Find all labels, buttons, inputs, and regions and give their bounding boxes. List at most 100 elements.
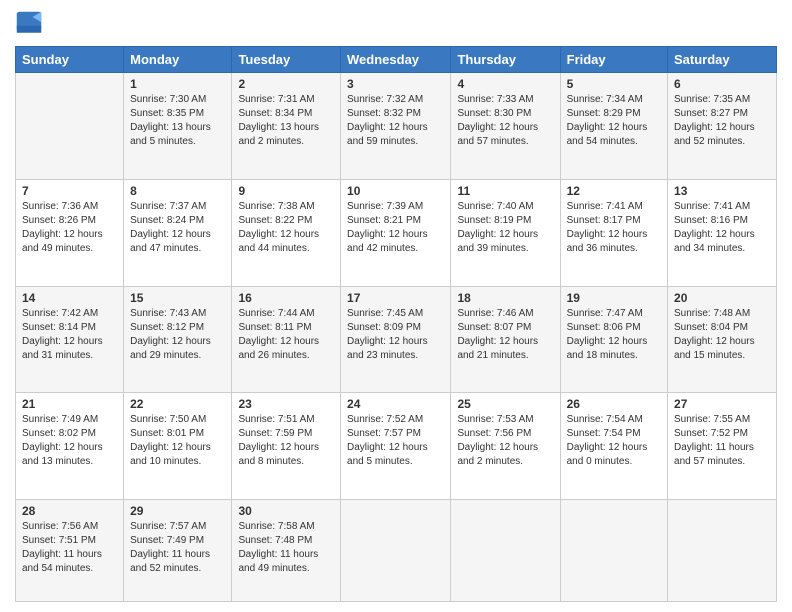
day-number: 23 bbox=[238, 397, 334, 411]
day-number: 9 bbox=[238, 184, 334, 198]
day-info: Sunrise: 7:41 AM Sunset: 8:16 PM Dayligh… bbox=[674, 200, 770, 256]
calendar-cell: 12Sunrise: 7:41 AM Sunset: 8:17 PM Dayli… bbox=[560, 179, 667, 286]
calendar-cell: 9 Sunrise: 7:38 AM Sunset: 8:22 PM Daylig… bbox=[232, 179, 341, 286]
day-info: Sunrise: 7:54 AM Sunset: 7:54 PM Dayligh… bbox=[567, 413, 661, 469]
day-info: Sunrise: 7:50 AM Sunset: 8:01 PM Dayligh… bbox=[130, 413, 225, 469]
calendar-cell: 23 Sunrise: 7:51 AM Sunset: 7:59 PM Dayli… bbox=[232, 393, 341, 500]
calendar-cell: 13 Sunrise: 7:41 AM Sunset: 8:16 PM Dayli… bbox=[668, 179, 777, 286]
day-info: Sunrise: 7:43 AM Sunset: 8:12 PM Dayligh… bbox=[130, 307, 225, 363]
day-number: 11 bbox=[457, 184, 553, 198]
calendar-cell bbox=[16, 73, 124, 180]
day-info: Sunrise: 7:40 AM Sunset: 8:19 PM Dayligh… bbox=[457, 200, 553, 256]
calendar-cell: 4Sunrise: 7:33 AM Sunset: 8:30 PM Daylig… bbox=[451, 73, 560, 180]
day-info: Sunrise: 7:32 AM Sunset: 8:32 PM Dayligh… bbox=[347, 93, 444, 149]
day-number: 24 bbox=[347, 397, 444, 411]
logo bbox=[15, 10, 45, 38]
calendar-cell: 8 Sunrise: 7:37 AM Sunset: 8:24 PM Daylig… bbox=[124, 179, 232, 286]
day-number: 30 bbox=[238, 504, 334, 518]
day-info: Sunrise: 7:36 AM Sunset: 8:26 PM Dayligh… bbox=[22, 200, 117, 256]
day-number: 14 bbox=[22, 291, 117, 305]
calendar-week-row: 7 Sunrise: 7:36 AM Sunset: 8:26 PM Daylig… bbox=[16, 179, 777, 286]
day-number: 6 bbox=[674, 77, 770, 91]
day-number: 18 bbox=[457, 291, 553, 305]
logo-icon bbox=[15, 10, 43, 38]
day-info: Sunrise: 7:30 AM Sunset: 8:35 PM Dayligh… bbox=[130, 93, 225, 149]
weekday-header-sunday: Sunday bbox=[16, 47, 124, 73]
calendar-cell: 5Sunrise: 7:34 AM Sunset: 8:29 PM Daylig… bbox=[560, 73, 667, 180]
calendar-cell bbox=[560, 500, 667, 602]
calendar-cell: 30 Sunrise: 7:58 AM Sunset: 7:48 PM Dayli… bbox=[232, 500, 341, 602]
day-info: Sunrise: 7:58 AM Sunset: 7:48 PM Dayligh… bbox=[238, 520, 334, 576]
calendar-cell: 28Sunrise: 7:56 AM Sunset: 7:51 PM Dayli… bbox=[16, 500, 124, 602]
day-info: Sunrise: 7:46 AM Sunset: 8:07 PM Dayligh… bbox=[457, 307, 553, 363]
calendar-cell: 21Sunrise: 7:49 AM Sunset: 8:02 PM Dayli… bbox=[16, 393, 124, 500]
day-info: Sunrise: 7:33 AM Sunset: 8:30 PM Dayligh… bbox=[457, 93, 553, 149]
day-info: Sunrise: 7:41 AM Sunset: 8:17 PM Dayligh… bbox=[567, 200, 661, 256]
day-number: 13 bbox=[674, 184, 770, 198]
calendar-cell: 26 Sunrise: 7:54 AM Sunset: 7:54 PM Dayli… bbox=[560, 393, 667, 500]
day-info: Sunrise: 7:37 AM Sunset: 8:24 PM Dayligh… bbox=[130, 200, 225, 256]
day-number: 27 bbox=[674, 397, 770, 411]
calendar-cell bbox=[341, 500, 451, 602]
calendar-cell: 24 Sunrise: 7:52 AM Sunset: 7:57 PM Dayli… bbox=[341, 393, 451, 500]
day-info: Sunrise: 7:48 AM Sunset: 8:04 PM Dayligh… bbox=[674, 307, 770, 363]
calendar-cell: 16 Sunrise: 7:44 AM Sunset: 8:11 PM Dayli… bbox=[232, 286, 341, 393]
calendar-cell: 2 Sunrise: 7:31 AM Sunset: 8:34 PM Daylig… bbox=[232, 73, 341, 180]
header bbox=[15, 10, 777, 38]
calendar-cell: 3 Sunrise: 7:32 AM Sunset: 8:32 PM Daylig… bbox=[341, 73, 451, 180]
day-number: 7 bbox=[22, 184, 117, 198]
calendar-cell: 22 Sunrise: 7:50 AM Sunset: 8:01 PM Dayli… bbox=[124, 393, 232, 500]
weekday-header-saturday: Saturday bbox=[668, 47, 777, 73]
calendar-cell: 6 Sunrise: 7:35 AM Sunset: 8:27 PM Daylig… bbox=[668, 73, 777, 180]
calendar-cell: 14 Sunrise: 7:42 AM Sunset: 8:14 PM Dayli… bbox=[16, 286, 124, 393]
day-info: Sunrise: 7:45 AM Sunset: 8:09 PM Dayligh… bbox=[347, 307, 444, 363]
day-info: Sunrise: 7:55 AM Sunset: 7:52 PM Dayligh… bbox=[674, 413, 770, 469]
day-info: Sunrise: 7:47 AM Sunset: 8:06 PM Dayligh… bbox=[567, 307, 661, 363]
calendar-cell: 27 Sunrise: 7:55 AM Sunset: 7:52 PM Dayli… bbox=[668, 393, 777, 500]
calendar-cell: 29Sunrise: 7:57 AM Sunset: 7:49 PM Dayli… bbox=[124, 500, 232, 602]
weekday-header-thursday: Thursday bbox=[451, 47, 560, 73]
day-info: Sunrise: 7:42 AM Sunset: 8:14 PM Dayligh… bbox=[22, 307, 117, 363]
day-number: 29 bbox=[130, 504, 225, 518]
weekday-header-monday: Monday bbox=[124, 47, 232, 73]
calendar-cell: 11 Sunrise: 7:40 AM Sunset: 8:19 PM Dayli… bbox=[451, 179, 560, 286]
day-info: Sunrise: 7:38 AM Sunset: 8:22 PM Dayligh… bbox=[238, 200, 334, 256]
day-number: 21 bbox=[22, 397, 117, 411]
day-number: 1 bbox=[130, 77, 225, 91]
day-number: 25 bbox=[457, 397, 553, 411]
day-number: 3 bbox=[347, 77, 444, 91]
calendar-cell: 25 Sunrise: 7:53 AM Sunset: 7:56 PM Dayli… bbox=[451, 393, 560, 500]
calendar-week-row: 14 Sunrise: 7:42 AM Sunset: 8:14 PM Dayli… bbox=[16, 286, 777, 393]
weekday-header-friday: Friday bbox=[560, 47, 667, 73]
day-info: Sunrise: 7:39 AM Sunset: 8:21 PM Dayligh… bbox=[347, 200, 444, 256]
day-info: Sunrise: 7:35 AM Sunset: 8:27 PM Dayligh… bbox=[674, 93, 770, 149]
day-number: 2 bbox=[238, 77, 334, 91]
calendar-cell: 20 Sunrise: 7:48 AM Sunset: 8:04 PM Dayli… bbox=[668, 286, 777, 393]
day-number: 20 bbox=[674, 291, 770, 305]
weekday-header-tuesday: Tuesday bbox=[232, 47, 341, 73]
calendar-cell: 19 Sunrise: 7:47 AM Sunset: 8:06 PM Dayli… bbox=[560, 286, 667, 393]
calendar-cell: 15Sunrise: 7:43 AM Sunset: 8:12 PM Dayli… bbox=[124, 286, 232, 393]
weekday-header-row: SundayMondayTuesdayWednesdayThursdayFrid… bbox=[16, 47, 777, 73]
calendar-table: SundayMondayTuesdayWednesdayThursdayFrid… bbox=[15, 46, 777, 602]
day-info: Sunrise: 7:31 AM Sunset: 8:34 PM Dayligh… bbox=[238, 93, 334, 149]
weekday-header-wednesday: Wednesday bbox=[341, 47, 451, 73]
day-info: Sunrise: 7:56 AM Sunset: 7:51 PM Dayligh… bbox=[22, 520, 117, 576]
calendar-cell: 17Sunrise: 7:45 AM Sunset: 8:09 PM Dayli… bbox=[341, 286, 451, 393]
day-info: Sunrise: 7:51 AM Sunset: 7:59 PM Dayligh… bbox=[238, 413, 334, 469]
day-number: 19 bbox=[567, 291, 661, 305]
day-number: 8 bbox=[130, 184, 225, 198]
calendar-cell bbox=[451, 500, 560, 602]
day-info: Sunrise: 7:34 AM Sunset: 8:29 PM Dayligh… bbox=[567, 93, 661, 149]
calendar-week-row: 28Sunrise: 7:56 AM Sunset: 7:51 PM Dayli… bbox=[16, 500, 777, 602]
day-info: Sunrise: 7:52 AM Sunset: 7:57 PM Dayligh… bbox=[347, 413, 444, 469]
day-number: 26 bbox=[567, 397, 661, 411]
day-info: Sunrise: 7:44 AM Sunset: 8:11 PM Dayligh… bbox=[238, 307, 334, 363]
calendar-cell: 10Sunrise: 7:39 AM Sunset: 8:21 PM Dayli… bbox=[341, 179, 451, 286]
calendar-cell: 1 Sunrise: 7:30 AM Sunset: 8:35 PM Daylig… bbox=[124, 73, 232, 180]
day-info: Sunrise: 7:53 AM Sunset: 7:56 PM Dayligh… bbox=[457, 413, 553, 469]
day-number: 16 bbox=[238, 291, 334, 305]
day-number: 22 bbox=[130, 397, 225, 411]
calendar-cell: 18 Sunrise: 7:46 AM Sunset: 8:07 PM Dayli… bbox=[451, 286, 560, 393]
calendar-cell bbox=[668, 500, 777, 602]
